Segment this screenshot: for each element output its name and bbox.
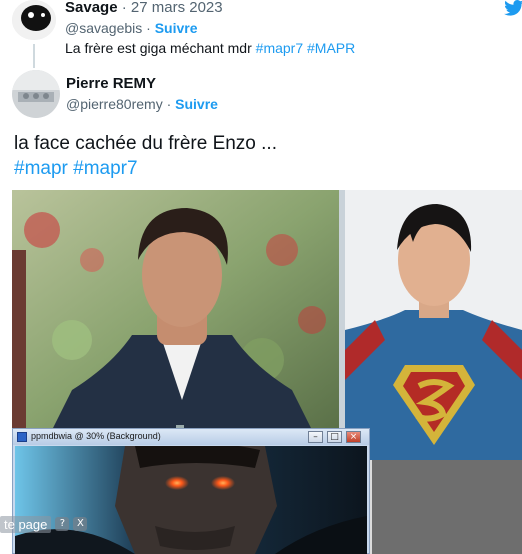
reply-date[interactable]: 27 mars 2023 <box>131 0 223 16</box>
hashtag-link[interactable]: #mapr7 <box>256 40 303 56</box>
media-background <box>372 460 522 554</box>
page-overlay: te page ? X <box>0 514 88 534</box>
window-title: ppmdbwia @ 30% (Background) <box>31 431 161 441</box>
thread-line <box>33 44 35 68</box>
reply-follow-button[interactable]: Suivre <box>155 20 198 36</box>
reply-author-name[interactable]: Savage <box>65 0 118 16</box>
photo-man-garden-image <box>12 190 339 430</box>
editor-window[interactable]: ppmdbwia @ 30% (Background) – □ × <box>12 428 370 554</box>
header-separator: · <box>121 0 127 16</box>
follow-separator: · <box>146 20 151 36</box>
maximize-button[interactable]: □ <box>327 431 342 443</box>
avatar-savage[interactable] <box>12 0 56 40</box>
hashtag-link[interactable]: #mapr7 <box>73 158 137 179</box>
hashtag-link[interactable]: #MAPR <box>307 40 355 56</box>
follow-separator: · <box>166 96 172 112</box>
avatar-image <box>12 0 56 40</box>
twitter-bird-icon[interactable] <box>504 0 522 16</box>
canvas-image <box>15 446 367 554</box>
quoted-handle-line: @pierre80remy · Suivre <box>66 96 218 112</box>
quoted-author-name[interactable]: Pierre REMY <box>66 75 156 92</box>
minimize-button[interactable]: – <box>308 431 323 443</box>
window-canvas[interactable] <box>15 446 367 554</box>
app-icon <box>17 432 27 442</box>
window-titlebar[interactable]: ppmdbwia @ 30% (Background) – □ × <box>13 429 369 445</box>
avatar-image <box>12 70 60 118</box>
quoted-body: la face cachée du frère Enzo ... <box>14 133 277 154</box>
photo-man-garden[interactable] <box>12 190 339 430</box>
quoted-header: Pierre REMY <box>66 75 156 92</box>
avatar-pierre[interactable] <box>12 70 60 118</box>
tweet-media[interactable]: ppmdbwia @ 30% (Background) – □ × <box>12 190 522 554</box>
close-button[interactable]: × <box>346 431 361 443</box>
hashtag-link[interactable]: #mapr <box>14 158 68 179</box>
reply-text: La frère est giga méchant mdr #mapr7 #MA… <box>65 40 355 56</box>
help-button[interactable]: ? <box>55 517 70 531</box>
quoted-follow-button[interactable]: Suivre <box>175 96 218 112</box>
reply-header: Savage · 27 mars 2023 <box>65 0 223 16</box>
page-label[interactable]: te page <box>0 515 52 533</box>
reply-body: La frère est giga méchant mdr <box>65 40 252 56</box>
quoted-text: la face cachée du frère Enzo ... #mapr #… <box>14 131 277 181</box>
photo-superman-image <box>345 190 522 460</box>
quoted-hashtags: #mapr #mapr7 <box>14 156 277 181</box>
quoted-handle[interactable]: @pierre80remy <box>66 96 163 112</box>
dismiss-button[interactable]: X <box>73 517 88 531</box>
reply-handle-line: @savagebis · Suivre <box>65 20 198 36</box>
photo-superman[interactable] <box>345 190 522 460</box>
reply-handle[interactable]: @savagebis <box>65 20 142 36</box>
